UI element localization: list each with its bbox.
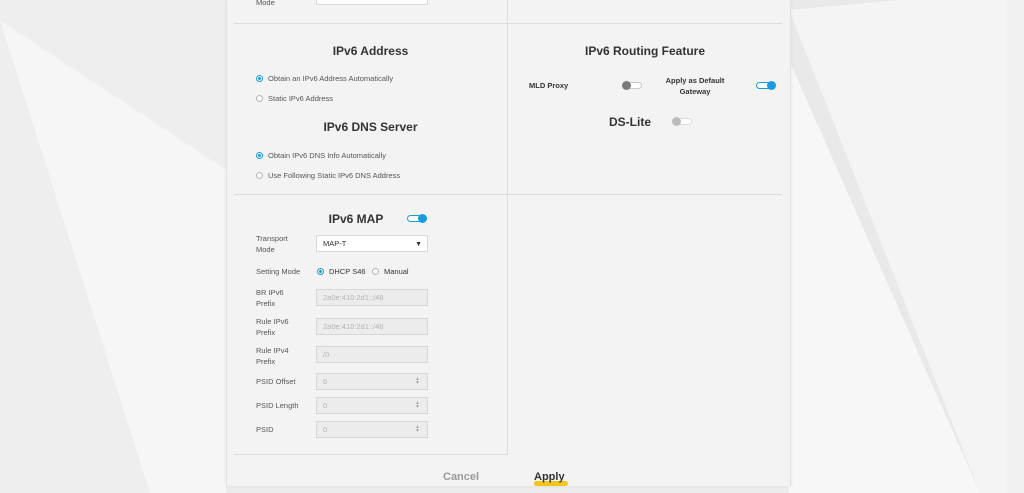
ipv6-dns-auto-label: Obtain IPv6 DNS Info Automatically (268, 151, 386, 160)
ipv6-dns-static-option[interactable]: Use Following Static IPv6 DNS Address (256, 171, 400, 180)
ipv6-address-auto-option[interactable]: Obtain an IPv6 Address Automatically (256, 74, 393, 83)
default-gateway-toggle[interactable] (756, 81, 776, 90)
apply-button[interactable]: Apply (534, 471, 565, 483)
radio-unselected-icon[interactable] (372, 268, 379, 275)
psid-offset-stepper[interactable]: 6 ▲ ▼ (316, 373, 428, 390)
setting-mode-manual-option[interactable]: Manual (372, 267, 409, 276)
row-divider-middle (234, 194, 782, 195)
stepper-arrows-icon[interactable]: ▲ ▼ (415, 377, 420, 386)
mld-proxy-toggle[interactable] (622, 81, 642, 90)
setting-mode-manual-label: Manual (384, 267, 409, 276)
ipv6-address-auto-label: Obtain an IPv6 Address Automatically (268, 74, 394, 83)
br-ipv6-prefix-field[interactable]: 2a0e:410:2d1::/48 (316, 289, 428, 306)
radio-selected-icon[interactable] (317, 268, 324, 275)
rule-ipv4-prefix-label: Rule IPv4 Prefix (256, 346, 289, 366)
psid-length-label: PSID Length (256, 401, 299, 410)
toggle-knob (672, 117, 681, 126)
settings-panel (226, 0, 791, 486)
transport-mode-label: Transport Mode (256, 234, 288, 254)
radio-selected-icon[interactable] (256, 152, 263, 159)
column-divider (507, 0, 508, 455)
br-ipv6-prefix-value: 2a0e:410:2d1::/48 (323, 293, 384, 302)
default-gateway-label: Apply as Default Gateway (665, 76, 725, 96)
psid-length-value: 0 (323, 401, 328, 410)
psid-label: PSID (256, 425, 274, 434)
ipv6-map-title: IPv6 MAP (328, 212, 384, 226)
ipv6-address-static-label: Static IPv6 Address (268, 94, 334, 103)
psid-value: 0 (323, 425, 328, 434)
ds-lite-toggle[interactable] (672, 117, 692, 126)
psid-length-stepper[interactable]: 0 ▲ ▼ (316, 397, 428, 414)
radio-unselected-icon[interactable] (256, 172, 263, 179)
rule-ipv6-prefix-value: 2a0e:410:2d1::/48 (323, 322, 384, 331)
ipv6-dns-static-label: Use Following Static IPv6 DNS Address (268, 171, 401, 180)
rule-ipv6-prefix-field[interactable]: 2a0e:410:2d1::/48 (316, 318, 428, 335)
toggle-knob (418, 214, 427, 223)
transport-mode-value: MAP-T (323, 239, 347, 248)
psid-offset-label: PSID Offset (256, 377, 296, 386)
ipv6-address-static-option[interactable]: Static IPv6 Address (256, 94, 333, 103)
setting-mode-dhcp-label: DHCP S46 (329, 267, 366, 276)
caret-down-icon: ▼ (415, 241, 422, 248)
page-scrollbar[interactable] (1007, 0, 1024, 493)
row-divider-bottom (234, 454, 508, 455)
ipv6-map-toggle[interactable] (407, 214, 427, 223)
mode-select[interactable] (316, 0, 428, 5)
br-ipv6-prefix-label: BR IPv6 Prefix (256, 288, 284, 308)
cancel-button[interactable]: Cancel (443, 471, 479, 483)
transport-mode-select[interactable]: MAP-T ▼ (316, 235, 428, 252)
stepper-arrows-icon[interactable]: ▲ ▼ (415, 401, 420, 410)
ds-lite-label: DS-Lite (609, 115, 651, 129)
ipv6-dns-auto-option[interactable]: Obtain IPv6 DNS Info Automatically (256, 151, 386, 160)
ipv6-address-title: IPv6 Address (332, 44, 409, 58)
rule-ipv6-prefix-label: Rule IPv6 Prefix (256, 317, 289, 337)
mld-proxy-label: MLD Proxy (529, 81, 569, 90)
setting-mode-label: Setting Mode (256, 267, 301, 276)
toggle-knob (767, 81, 776, 90)
toggle-knob (622, 81, 631, 90)
rule-ipv4-prefix-field[interactable]: /0 (316, 346, 428, 363)
rule-ipv4-prefix-value: /0 (323, 350, 330, 359)
mode-label: Mode (256, 0, 275, 7)
routing-feature-title: IPv6 Routing Feature (584, 44, 706, 58)
psid-offset-value: 6 (323, 377, 328, 386)
psid-stepper[interactable]: 0 ▲ ▼ (316, 421, 428, 438)
row-divider-top (234, 23, 782, 24)
radio-selected-icon[interactable] (256, 75, 263, 82)
setting-mode-dhcp-option[interactable]: DHCP S46 (317, 267, 366, 276)
stepper-arrows-icon[interactable]: ▲ ▼ (415, 425, 420, 434)
radio-unselected-icon[interactable] (256, 95, 263, 102)
ipv6-dns-title: IPv6 DNS Server (323, 120, 418, 134)
